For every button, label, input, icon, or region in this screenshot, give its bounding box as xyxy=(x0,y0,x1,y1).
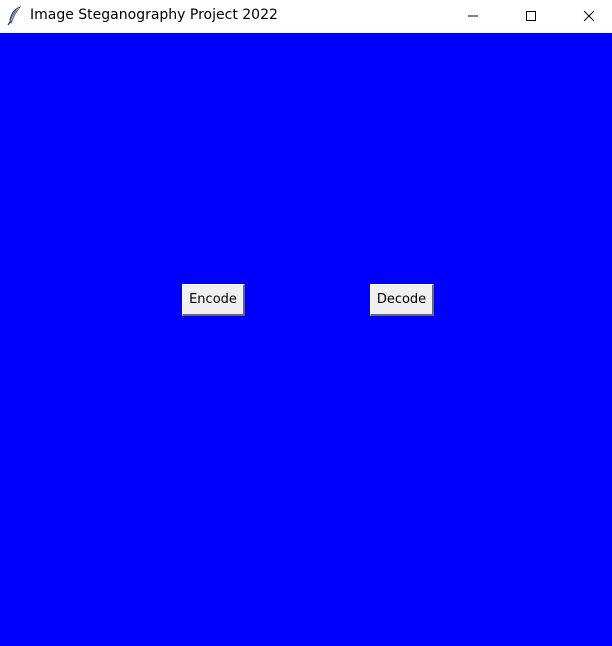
main-canvas: Encode Decode xyxy=(0,33,612,646)
feather-icon xyxy=(7,6,22,26)
close-button[interactable] xyxy=(566,0,612,31)
maximize-button[interactable] xyxy=(508,0,554,31)
minimize-icon xyxy=(468,15,478,16)
decode-button[interactable]: Decode xyxy=(370,284,434,316)
minimize-button[interactable] xyxy=(450,0,496,31)
title-bar[interactable]: Image Steganography Project 2022 xyxy=(0,0,612,33)
close-icon xyxy=(583,10,595,21)
window-title: Image Steganography Project 2022 xyxy=(30,7,278,23)
encode-button[interactable]: Encode xyxy=(182,284,245,316)
maximize-icon xyxy=(526,10,536,21)
app-window: Image Steganography Project 2022 Encode … xyxy=(0,0,612,646)
